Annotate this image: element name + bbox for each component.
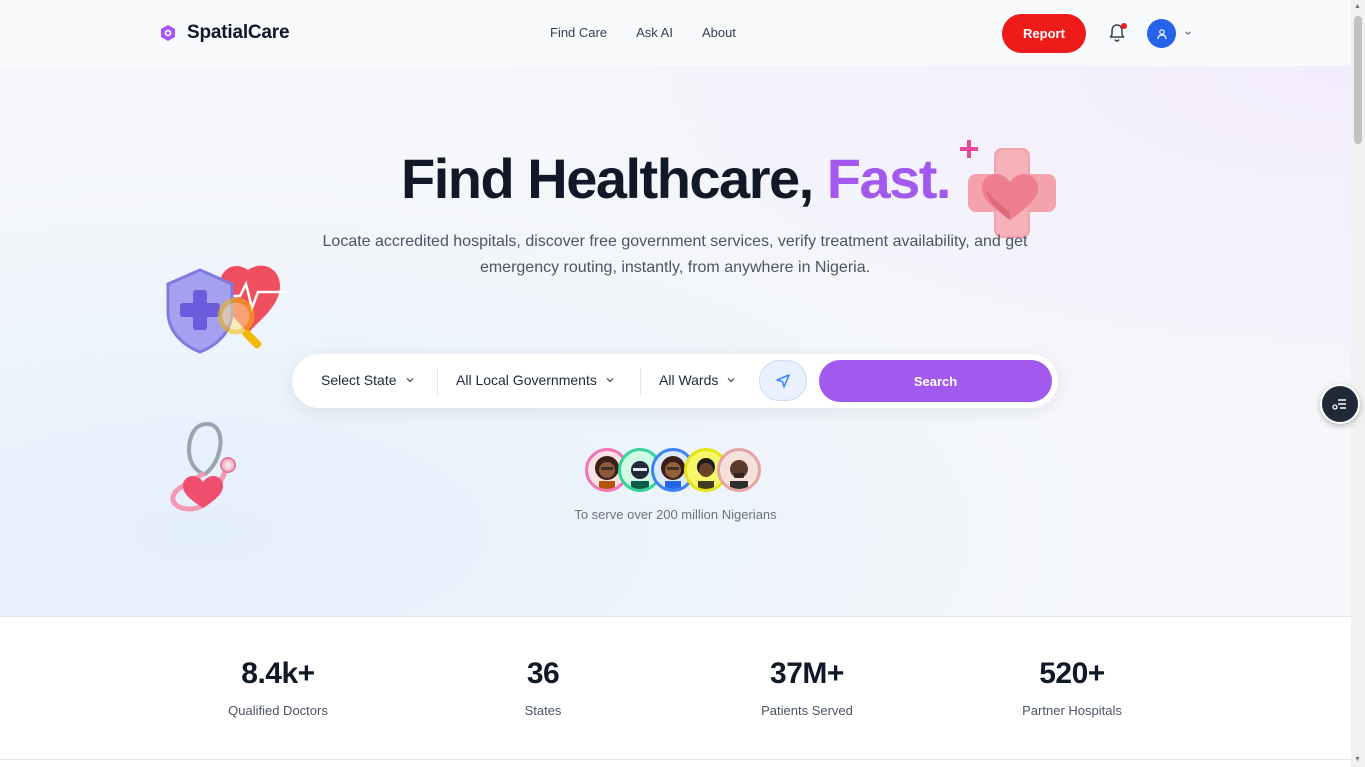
hexagon-logo-icon [161, 25, 175, 41]
main-nav: Find Care Ask AI About [550, 25, 736, 40]
hero-title: Find Healthcare, Fast. [0, 146, 1351, 211]
menu-list-icon [1332, 399, 1346, 410]
user-icon [1156, 28, 1167, 39]
stat-label: States [524, 703, 562, 718]
shield-heart-magnifier-icon [166, 265, 288, 354]
nav-ask-ai[interactable]: Ask AI [636, 25, 673, 40]
stat-value: 8.4k+ [241, 657, 315, 690]
report-button[interactable]: Report [1002, 14, 1086, 53]
stat-patients: 37M+ Patients Served [707, 657, 907, 718]
scrollbar-thumb[interactable] [1354, 16, 1362, 144]
user-avatar[interactable] [1147, 19, 1176, 48]
brand-logo[interactable]: SpatialCare [159, 22, 290, 44]
page-scrollbar[interactable]: ▲ ▼ [1351, 0, 1365, 767]
chevron-down-icon [406, 378, 413, 383]
state-select[interactable]: Select State [321, 372, 415, 388]
nav-about[interactable]: About [702, 25, 736, 40]
lga-select-label: All Local Governments [456, 372, 597, 388]
stat-states: 36 States [443, 657, 643, 718]
hero-subtitle: Locate accredited hospitals, discover fr… [322, 233, 1028, 276]
chevron-down-icon [727, 378, 735, 383]
notification-dot [1121, 23, 1127, 29]
lga-select[interactable]: All Local Governments [456, 372, 615, 388]
nav-find-care[interactable]: Find Care [550, 25, 607, 40]
scroll-up-arrow-icon[interactable]: ▲ [1354, 3, 1361, 10]
stat-value: 37M+ [770, 657, 844, 690]
floating-menu-button[interactable] [1320, 384, 1360, 424]
stat-label: Qualified Doctors [228, 703, 328, 718]
brand-name: SpatialCare [187, 22, 290, 43]
stat-hospitals: 520+ Partner Hospitals [972, 657, 1172, 718]
stethoscope-heart-icon [170, 422, 236, 512]
chevron-down-icon [606, 378, 614, 383]
stat-value: 520+ [1039, 657, 1105, 690]
stat-doctors: 8.4k+ Qualified Doctors [178, 657, 378, 718]
community-avatar-stack [585, 448, 770, 498]
stats-section: 8.4k+ Qualified Doctors 36 States 37M+ P… [0, 617, 1351, 760]
search-button[interactable]: Search [819, 360, 1052, 402]
community-tagline: To serve over 200 million Nigerians [574, 507, 777, 522]
hero-title-accent: Fast. [826, 147, 952, 210]
hero-section: Find Healthcare, Fast. Locate accredited… [0, 66, 1351, 617]
divider [437, 368, 438, 395]
divider [640, 368, 641, 395]
navigation-arrow-icon [776, 373, 790, 388]
ward-select-label: All Wards [659, 372, 719, 388]
scroll-down-arrow-icon[interactable]: ▼ [1354, 756, 1361, 763]
stat-label: Patients Served [761, 703, 853, 718]
state-select-label: Select State [321, 372, 397, 388]
chevron-down-icon[interactable] [1183, 28, 1193, 38]
top-navbar: SpatialCare Find Care Ask AI About Repor… [0, 0, 1351, 66]
hero-title-main: Find Healthcare, [401, 147, 814, 210]
stat-label: Partner Hospitals [1022, 703, 1122, 718]
ward-select[interactable]: All Wards [659, 372, 736, 388]
location-search-bar: Select State All Local Governments All W… [292, 354, 1058, 408]
use-my-location-button[interactable] [759, 360, 807, 401]
avatar [717, 448, 761, 492]
stat-value: 36 [526, 657, 560, 690]
